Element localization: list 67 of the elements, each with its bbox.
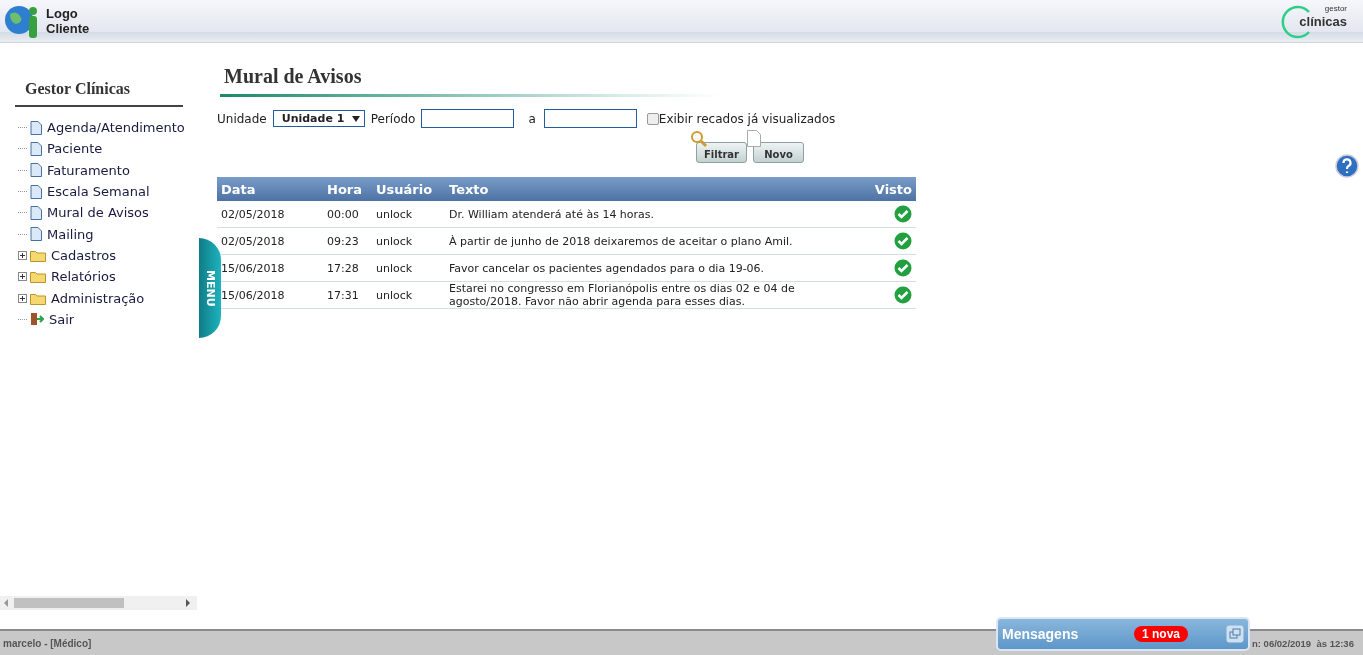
table-cell: 09:23: [323, 227, 372, 255]
period-label: Período: [370, 111, 416, 126]
column-header: Hora: [323, 177, 372, 201]
sidebar-item[interactable]: Cadastros: [49, 247, 116, 263]
messages-title: Mensagens: [1002, 626, 1080, 642]
checkbox-label: Exibir recados já visualizados: [658, 111, 836, 126]
checkbox[interactable]: [646, 112, 659, 125]
sidebar-title: Gestor Clínicas: [15, 80, 183, 107]
table-cell: Dr. William atenderá até às 14 horas.: [445, 201, 813, 228]
table-cell: 02/05/2018: [217, 201, 323, 228]
expand-icon[interactable]: [18, 293, 27, 303]
sidebar-item[interactable]: Administração: [49, 290, 145, 306]
magnifier-icon: [690, 130, 708, 148]
new-button[interactable]: Novo: [753, 142, 804, 163]
column-header: Data: [217, 177, 323, 201]
document-icon: [30, 141, 42, 156]
document-icon: [30, 184, 42, 199]
table-cell: À partir de junho de 2018 deixaremos de aceitar o plano Amil.: [445, 227, 813, 255]
sidebar-item[interactable]: Relatórios: [49, 269, 116, 285]
folder-icon: [30, 291, 46, 305]
brand-caption: gestor: [1324, 4, 1347, 13]
unit-label: Unidade: [217, 111, 267, 126]
table-cell: unlock: [372, 201, 445, 228]
caret-icon: [351, 115, 360, 122]
column-header: Usuário: [372, 177, 445, 201]
horizontal-scrollbar[interactable]: [0, 596, 197, 610]
sidebar-item[interactable]: Agenda/Atendimento: [45, 120, 185, 136]
sidebar-item[interactable]: Mailing: [45, 226, 94, 242]
table-cell: unlock: [372, 254, 445, 282]
door-exit-icon: [30, 312, 44, 327]
sidebar-item[interactable]: Mural de Avisos: [45, 205, 149, 221]
sidebar-item[interactable]: Paciente: [45, 141, 103, 157]
table-cell: 17:31: [323, 281, 372, 309]
sidebar-item[interactable]: Escala Semanal: [45, 184, 150, 200]
page-title: Mural de Avisos: [224, 65, 363, 89]
document-icon: [30, 205, 42, 220]
document-icon: [747, 130, 761, 147]
sidebar-item[interactable]: Faturamento: [45, 162, 130, 178]
expand-icon[interactable]: [18, 272, 27, 282]
column-header: Visto: [813, 177, 916, 201]
sidebar-item[interactable]: Sair: [47, 311, 75, 327]
table-cell: 00:00: [323, 201, 372, 228]
start-date-field[interactable]: [421, 109, 515, 128]
messages-panel[interactable]: Mensagens 1 nova: [996, 617, 1250, 651]
to-label: a: [528, 111, 536, 126]
client-logo-text: Logo Cliente: [46, 6, 91, 36]
table-cell: Favor cancelar os pacientes agendados para o dia 19-06.: [445, 254, 813, 282]
filter-button[interactable]: Filtrar: [696, 142, 747, 163]
table-cell: Estarei no congresso em Florianópolis entre os dias 02 e 04 de agosto/2018. Favor não abrir agenda para esses dias.: [445, 281, 813, 309]
expand-icon[interactable]: [18, 250, 27, 260]
folder-icon: [30, 248, 46, 262]
table-cell: unlock: [372, 227, 445, 255]
new-count-badge: 1 nova: [1134, 626, 1188, 642]
document-icon: [30, 163, 42, 178]
unit-dropdown[interactable]: Unidade 1: [272, 110, 365, 127]
document-icon: [30, 227, 42, 242]
table-cell: 17:28: [323, 254, 372, 282]
scroll-right-icon[interactable]: [185, 599, 191, 607]
document-icon: [30, 120, 42, 135]
user-status: marcelo - [Médico]: [2, 637, 93, 649]
brand-name: clínicas: [1299, 14, 1347, 29]
table-cell: unlock: [372, 281, 445, 309]
column-header: Texto: [445, 177, 813, 201]
help-icon[interactable]: [1335, 154, 1359, 178]
folder-icon: [30, 270, 46, 284]
login-time: n: 06/02/2019 às 12:36: [1252, 637, 1355, 649]
end-date-field[interactable]: [543, 109, 637, 128]
